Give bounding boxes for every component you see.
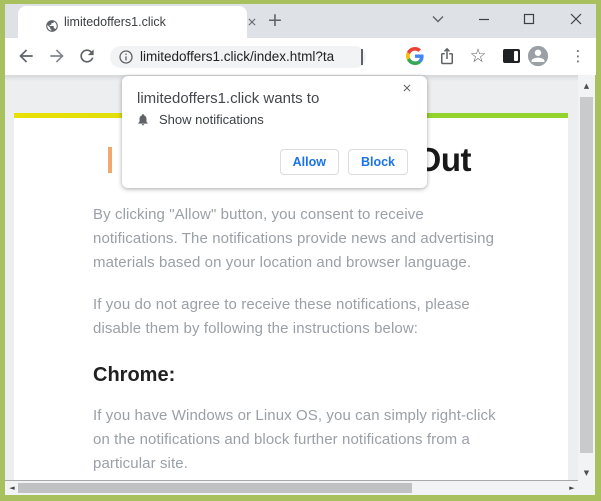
bell-icon bbox=[138, 113, 148, 126]
page-info-icon[interactable] bbox=[118, 49, 134, 65]
minimize-icon bbox=[479, 18, 489, 21]
new-tab-button[interactable]: + bbox=[263, 8, 287, 32]
side-panel-icon[interactable] bbox=[503, 49, 520, 63]
horizontal-scrollbar[interactable]: ◄ ► bbox=[5, 481, 578, 495]
paragraph-consent: By clicking "Allow" button, you consent … bbox=[93, 206, 495, 271]
bookmark-star-icon[interactable]: ☆ bbox=[468, 44, 488, 68]
window-menu-chevron-button[interactable] bbox=[423, 4, 453, 34]
dialog-close-icon[interactable] bbox=[401, 82, 413, 94]
scroll-left-arrow-icon[interactable]: ◄ bbox=[6, 481, 18, 495]
allow-button[interactable]: Allow bbox=[279, 149, 339, 175]
side-panel-slit bbox=[514, 51, 518, 61]
text-caret bbox=[361, 49, 363, 65]
profile-avatar[interactable] bbox=[527, 45, 549, 67]
address-bar[interactable]: limitedoffers1.click/index.html?ta bbox=[110, 46, 366, 68]
paragraph-instructions: If you have Windows or Linux OS, you can… bbox=[93, 407, 496, 472]
google-logo-icon[interactable] bbox=[406, 47, 424, 65]
dialog-buttons: Allow Block bbox=[279, 149, 408, 175]
horizontal-scrollbar-thumb[interactable] bbox=[18, 483, 412, 493]
scrollbar-corner bbox=[578, 481, 595, 495]
dialog-title: limitedoffers1.click wants to bbox=[137, 90, 320, 107]
globe-favicon-icon bbox=[46, 20, 58, 32]
forward-button[interactable] bbox=[47, 46, 67, 66]
notification-permission-dialog: limitedoffers1.click wants to Show notif… bbox=[122, 76, 427, 188]
paragraph-disagree: If you do not agree to receive these not… bbox=[93, 296, 470, 337]
browser-tab[interactable]: limitedoffers1.click bbox=[18, 6, 256, 38]
maximize-icon bbox=[523, 13, 535, 25]
window-close-button[interactable] bbox=[561, 4, 591, 34]
back-button[interactable] bbox=[16, 46, 36, 66]
tab-title: limitedoffers1.click bbox=[64, 15, 166, 29]
tab-close-icon[interactable] bbox=[246, 16, 258, 28]
chevron-down-icon bbox=[432, 16, 444, 23]
window-minimize-button[interactable] bbox=[469, 4, 499, 34]
block-button[interactable]: Block bbox=[347, 149, 408, 175]
vertical-scrollbar-thumb[interactable] bbox=[580, 97, 593, 453]
window-maximize-button[interactable] bbox=[514, 4, 544, 34]
vertical-scrollbar[interactable]: ▲ ▼ bbox=[578, 75, 595, 481]
heading-emoji-sliver bbox=[108, 147, 112, 173]
permission-label: Show notifications bbox=[159, 112, 264, 127]
chrome-section-heading: Chrome: bbox=[93, 364, 176, 386]
scroll-down-arrow-icon[interactable]: ▼ bbox=[578, 466, 595, 480]
refresh-button[interactable] bbox=[77, 46, 97, 66]
url-text[interactable]: limitedoffers1.click/index.html?ta bbox=[140, 46, 334, 68]
share-icon[interactable] bbox=[438, 47, 456, 65]
browser-menu-icon[interactable]: ⋮ bbox=[570, 44, 586, 68]
permission-row: Show notifications bbox=[136, 112, 264, 127]
scroll-up-arrow-icon[interactable]: ▲ bbox=[578, 79, 595, 93]
close-icon bbox=[570, 13, 582, 25]
browser-window: limitedoffers1.click + limitedoffers1.cl… bbox=[0, 0, 601, 501]
scroll-right-arrow-icon[interactable]: ► bbox=[566, 481, 578, 495]
